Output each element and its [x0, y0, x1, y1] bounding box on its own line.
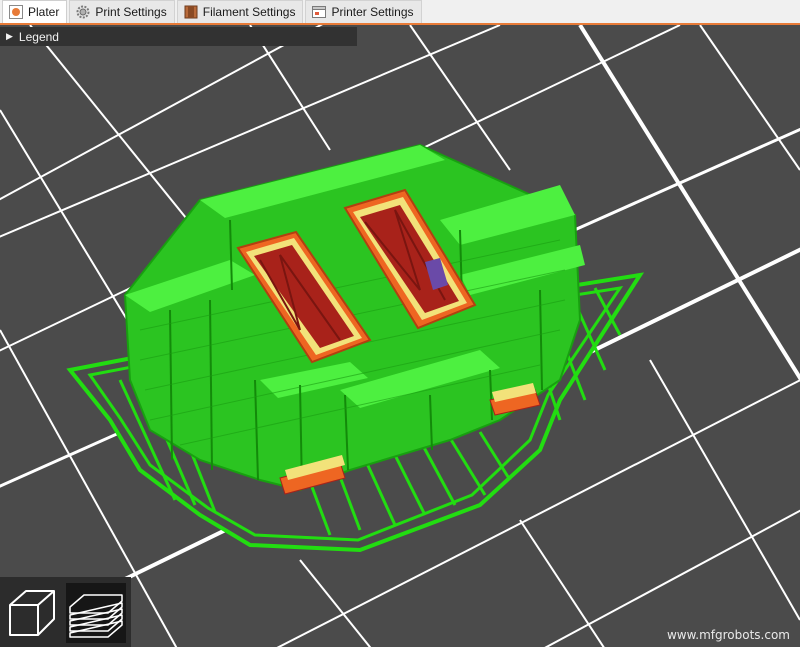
legend-label: Legend	[18, 29, 59, 44]
triangle-right-icon: ▶	[6, 31, 13, 41]
tab-filament-settings-label: Filament Settings	[202, 5, 296, 19]
tab-printer-settings[interactable]: Printer Settings	[305, 0, 422, 23]
tab-print-settings[interactable]: Print Settings	[69, 0, 175, 23]
plater-icon	[9, 5, 23, 19]
printer-settings-icon	[312, 6, 327, 18]
tab-plater-label: Plater	[28, 5, 60, 19]
view-toggle-panel	[0, 577, 131, 647]
print-preview-scene	[0, 25, 800, 647]
tab-printer-settings-label: Printer Settings	[331, 5, 414, 19]
layers-stack-icon	[69, 594, 123, 638]
print-settings-gear-icon	[76, 5, 90, 19]
tab-plater[interactable]: Plater	[2, 0, 68, 23]
tab-bar: Plater Print Settings Filament Settings …	[0, 0, 800, 25]
watermark-text: www.mfgrobots.com	[666, 628, 790, 642]
legend-toggle[interactable]: ▶ Legend	[0, 27, 357, 46]
cube-icon	[9, 590, 55, 636]
tab-print-settings-label: Print Settings	[95, 5, 167, 19]
3d-viewport[interactable]	[0, 25, 800, 647]
3d-view-button[interactable]	[4, 583, 64, 643]
layers-preview-button[interactable]	[66, 583, 126, 643]
filament-spool-icon	[184, 5, 198, 19]
slicer-window: Plater Print Settings Filament Settings …	[0, 0, 800, 647]
tab-filament-settings[interactable]: Filament Settings	[176, 0, 304, 23]
